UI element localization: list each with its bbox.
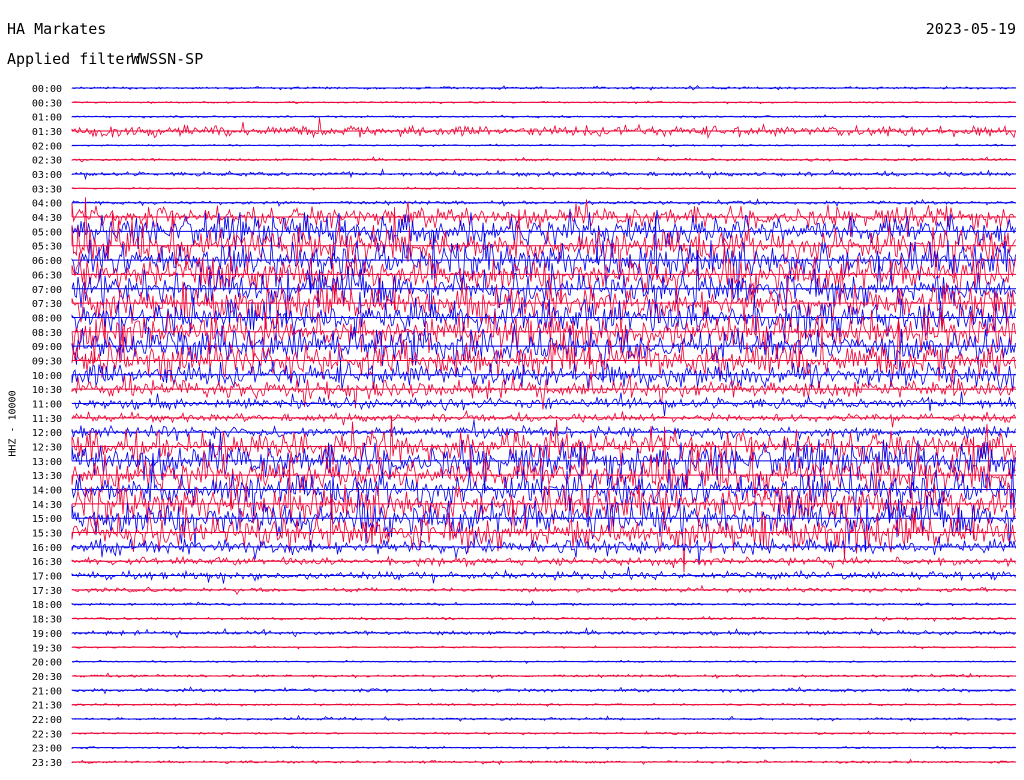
row-label: 11:00 xyxy=(32,399,62,410)
row-label: 06:00 xyxy=(32,256,62,267)
seismogram-plot: 00:00 00:30 01:00 01:30 02:00 02:30 03:00 03:30… xyxy=(32,84,1016,769)
row-label: 15:30 xyxy=(32,529,62,540)
trace-line xyxy=(71,555,1016,570)
row-label: 16:30 xyxy=(32,557,62,568)
row-label: 00:00 xyxy=(32,84,62,95)
row-label: 05:30 xyxy=(32,242,62,253)
row-label: 21:00 xyxy=(32,686,62,697)
row-label: 17:00 xyxy=(32,572,62,583)
row-label: 18:00 xyxy=(32,600,62,611)
row-label: 03:30 xyxy=(32,184,62,195)
row-label: 10:30 xyxy=(32,385,62,396)
row-label: 02:30 xyxy=(32,156,62,167)
row-label: 10:00 xyxy=(32,371,62,382)
trace-line xyxy=(71,530,1016,565)
row-label: 12:30 xyxy=(32,443,62,454)
row-label: 21:30 xyxy=(32,701,62,712)
row-label: 07:00 xyxy=(32,285,62,296)
row-label: 13:00 xyxy=(32,457,62,468)
trace-line xyxy=(71,566,1016,584)
row-label: 15:00 xyxy=(32,514,62,525)
row-label: 01:00 xyxy=(32,113,62,124)
row-label: 00:30 xyxy=(32,98,62,109)
row-label: 19:30 xyxy=(32,643,62,654)
trace-line xyxy=(71,409,1016,428)
trace-line xyxy=(71,645,1016,650)
trace-line xyxy=(71,672,1016,680)
row-label: 04:00 xyxy=(32,199,62,210)
trace-line xyxy=(71,600,1016,607)
row-label: 04:30 xyxy=(32,213,62,224)
row-label: 16:00 xyxy=(32,543,62,554)
row-label: 20:30 xyxy=(32,672,62,683)
trace-line xyxy=(71,117,1016,140)
row-label: 05:00 xyxy=(32,227,62,238)
row-label: 09:30 xyxy=(32,356,62,367)
row-label: 02:00 xyxy=(32,141,62,152)
trace-line xyxy=(71,615,1016,623)
trace-line xyxy=(71,156,1016,163)
row-label: 22:00 xyxy=(32,715,62,726)
trace-line xyxy=(71,419,1016,442)
row-label: 06:30 xyxy=(32,270,62,281)
trace-line xyxy=(71,702,1016,708)
row-label: 23:30 xyxy=(32,758,62,769)
trace-line xyxy=(71,186,1016,191)
row-label: 12:00 xyxy=(32,428,62,439)
row-label: 07:30 xyxy=(32,299,62,310)
row-label: 08:00 xyxy=(32,313,62,324)
row-label: 14:00 xyxy=(32,486,62,497)
row-labels-layer: 00:00 00:30 01:00 01:30 02:00 02:30 03:00 03:30… xyxy=(32,84,62,769)
row-label: 01:30 xyxy=(32,127,62,138)
row-label: 14:30 xyxy=(32,500,62,511)
row-label: 13:30 xyxy=(32,471,62,482)
row-label: 22:30 xyxy=(32,729,62,740)
row-label: 17:30 xyxy=(32,586,62,597)
row-label: 11:30 xyxy=(32,414,62,425)
row-label: 09:00 xyxy=(32,342,62,353)
row-label: 23:00 xyxy=(32,744,62,755)
traces-layer xyxy=(71,85,1016,766)
row-label: 18:30 xyxy=(32,615,62,626)
row-label: 08:30 xyxy=(32,328,62,339)
trace-line xyxy=(71,745,1016,751)
trace-line xyxy=(71,686,1016,695)
row-label: 20:00 xyxy=(32,658,62,669)
trace-line xyxy=(71,714,1016,722)
row-label: 19:00 xyxy=(32,629,62,640)
row-label: 03:00 xyxy=(32,170,62,181)
